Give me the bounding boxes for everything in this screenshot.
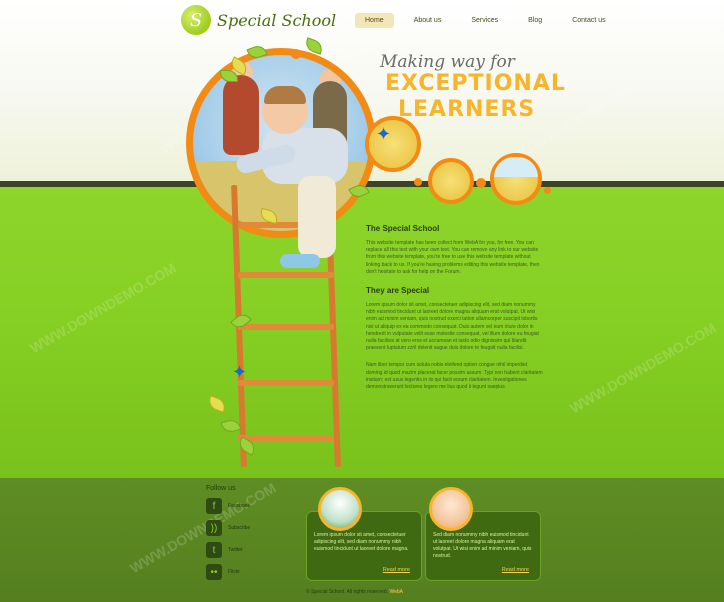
page: WWW.DOWNDEMO.COM WWW.DOWNDEMO.COM WWW.DO… [0,0,724,602]
hero-tagline-line2: EXCEPTIONAL [385,71,566,96]
section-title: They are Special [366,286,430,296]
nav-services[interactable]: Services [461,13,508,28]
footer-card: Sed diam nonummy nibh euismod tincidunt … [425,487,541,581]
copyright-text: © Special School. All rights reserved. [306,589,389,595]
section-text: This website template has been collect f… [366,240,540,275]
main-content: The Special School This website template… [366,224,544,401]
bubble-sky [494,157,538,177]
card-text: Sed diam nonummy nibh euismod tincidunt … [433,532,532,559]
hero-bubble [365,116,421,172]
copyright-link[interactable]: WebA [389,589,403,595]
card-photo [429,487,473,531]
ladder-rung [238,272,334,278]
ladder-rung [238,435,334,441]
flickr-icon: •• [206,564,222,580]
nav-contact[interactable]: Contact us [562,13,615,28]
section-text: Nam liber tempor cum soluta nobis eleife… [366,362,543,391]
main-nav: Home About us Services Blog Contact us [355,13,626,28]
social-link-flickr[interactable]: •• Flickr [206,564,250,580]
social-link-twitter[interactable]: t Twitter [206,542,250,558]
hero-tagline-line3: LEARNERS [398,97,536,122]
social-label: Subscribe [228,525,251,531]
card-text: Lorem ipsum dolor sit amet, consectetuer… [314,532,409,552]
facebook-icon: f [206,498,222,514]
read-more-link[interactable]: Read more [383,567,410,573]
copyright: © Special School. All rights reserved. W… [306,589,403,595]
social-label: Facebook [228,503,250,509]
rss-icon: )) [206,520,222,536]
ladder-rung [238,324,334,330]
social-link-subscribe[interactable]: )) Subscribe [206,520,250,536]
twitter-icon: t [206,542,222,558]
hero-bubble [490,153,542,205]
child-hair [264,86,306,104]
card-photo [318,487,362,531]
child-legs [298,176,336,258]
read-more-link[interactable]: Read more [502,567,529,573]
site-name: Special School [217,10,337,30]
ladder-rung [238,380,334,386]
social-link-facebook[interactable]: f Facebook [206,498,250,514]
orange-dot [544,187,551,194]
hero-bubble [428,158,474,204]
follow-title: Follow us [206,485,236,492]
kid-figure [223,75,259,155]
nav-blog[interactable]: Blog [518,13,552,28]
child-shoe [280,254,320,268]
site-logo[interactable]: S Special School [181,5,336,35]
footer-card: Lorem ipsum dolor sit amet, consectetuer… [306,487,422,581]
social-label: Flickr [228,569,240,575]
orange-dot [476,178,486,188]
follow-us: Follow us f Facebook )) Subscribe t Twit… [206,485,250,586]
orange-dot [414,178,422,186]
butterfly-icon: ✦ [232,362,248,382]
social-label: Twitter [228,547,243,553]
nav-home[interactable]: Home [355,13,394,28]
logo-icon: S [181,5,211,35]
hero-tagline-line1: Making way for [380,52,515,72]
butterfly-icon: ✦ [376,124,392,144]
section-text: Lorem ipsum dolor sit amet, consectetuer… [366,302,539,352]
nav-about[interactable]: About us [404,13,452,28]
section-title: The Special School [366,224,440,233]
orange-dot [291,49,301,59]
